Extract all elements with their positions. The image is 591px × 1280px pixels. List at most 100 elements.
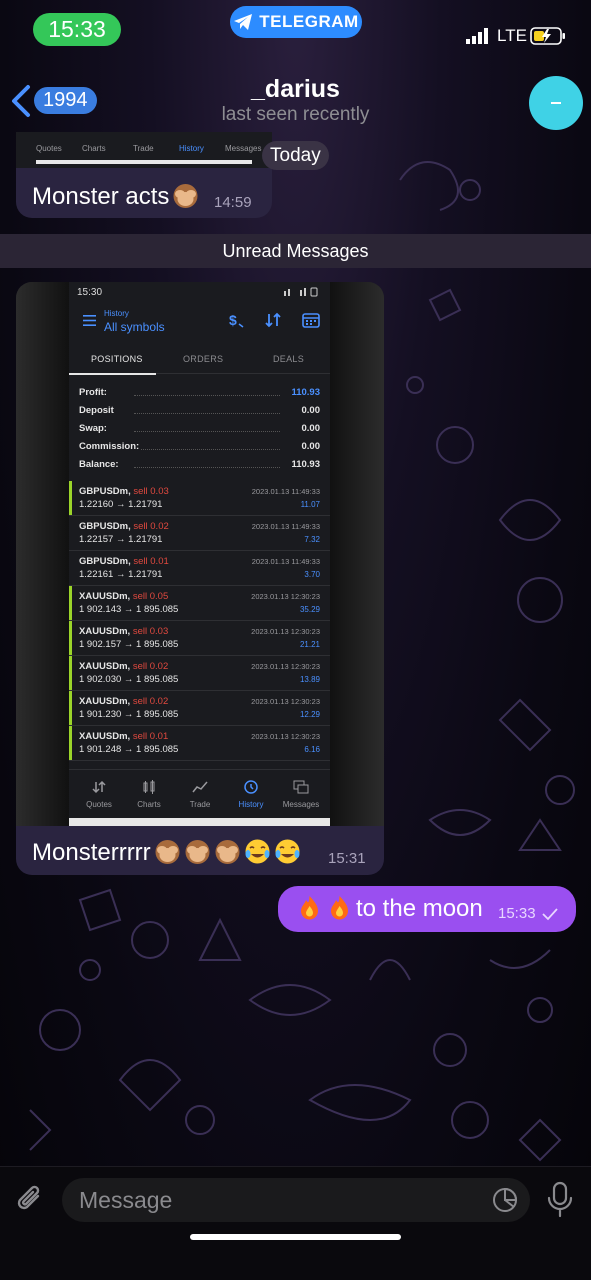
chat-header: 1994 _darius last seen recently — [0, 60, 591, 136]
trade-side: sell 0.02 — [132, 696, 169, 707]
menu-icon — [83, 315, 96, 326]
nav-label: Charts — [137, 800, 161, 809]
avatar[interactable] — [529, 76, 583, 130]
trade-symbol: XAUUSDm, — [79, 696, 131, 707]
message-1-text: Monster acts — [32, 183, 170, 210]
summary-label: Commission: — [79, 441, 140, 452]
summary-row: Profit: 110.93 — [79, 387, 320, 401]
summary-value: 110.93 — [291, 387, 320, 398]
nav-messages: Messages — [275, 780, 327, 809]
trade-side: sell 0.03 — [132, 626, 169, 637]
fire-icon — [331, 896, 348, 920]
chat-title[interactable]: _darius — [0, 75, 591, 104]
trade-row: XAUUSDm, sell 0.05 1 902.143 → 1 895.085 2… — [69, 586, 330, 621]
unread-messages-divider: Unread Messages — [0, 234, 591, 268]
home-indicator — [190, 1234, 401, 1240]
avatar-initial — [551, 102, 561, 104]
partial-nav-quotes: Quotes — [36, 144, 62, 153]
trade-symbol: XAUUSDm, — [79, 591, 131, 602]
tab-orders: ORDERS — [183, 354, 224, 364]
trade-side: sell 0.03 — [133, 486, 169, 497]
messages-icon — [293, 780, 309, 794]
nav-trade: Trade — [174, 780, 226, 809]
partial-nav-charts: Charts — [82, 144, 106, 153]
summary-value: 0.00 — [301, 405, 321, 416]
trade-prices: 1 901.230 → 1 895.085 — [79, 709, 179, 720]
sort-icon — [265, 312, 281, 328]
trade-symbol: XAUUSDm, — [79, 626, 131, 637]
trade-datetime: 2023.01.13 12:30:23 — [251, 592, 320, 601]
trade-profit: 13.89 — [299, 675, 320, 684]
trade-side: sell 0.01 — [133, 556, 169, 567]
trade-row: XAUUSDm, sell 0.02 1 901.230 → 1 895.085 2… — [69, 691, 330, 726]
trade-prices: 1.22160 → 1.21791 — [79, 499, 163, 510]
trade-prices: 1 902.143 → 1 895.085 — [79, 604, 179, 615]
summary-value: 0.00 — [301, 423, 321, 434]
trade-profit: 6.16 — [304, 745, 320, 754]
trade-datetime: 2023.01.13 11:49:33 — [251, 522, 320, 531]
trade-prices: 1.22161 → 1.21791 — [79, 569, 163, 580]
trade-datetime: 2023.01.13 11:49:33 — [251, 487, 320, 496]
message-input[interactable]: Message — [62, 1178, 530, 1222]
calendar-icon — [302, 313, 320, 328]
trade-prices: 1 901.248 → 1 895.085 — [79, 744, 179, 755]
summary-label: Swap: — [79, 423, 107, 434]
status-bar: 15:33 TELEGRAM LTE — [0, 0, 591, 60]
status-time[interactable]: 15:33 — [33, 13, 121, 46]
nav-quotes: Quotes — [73, 780, 125, 809]
nav-label: Trade — [189, 800, 211, 809]
tab-deals: DEALS — [273, 354, 305, 364]
sticker-icon[interactable] — [492, 1187, 518, 1213]
message-1-time: 14:59 — [214, 194, 252, 211]
signal-icon — [466, 28, 488, 44]
quotes-icon — [92, 780, 106, 794]
date-separator: Today — [262, 141, 329, 170]
message-2-text-wrap: Monsterrrrr — [32, 838, 301, 867]
trade-side: sell 0.02 — [132, 661, 169, 672]
trading-screenshot-image[interactable]: 15:30 History All symbols $ POSITIONS OR… — [16, 282, 384, 826]
paperclip-icon[interactable] — [14, 1182, 46, 1218]
nav-label: Messages — [282, 800, 320, 809]
message-3-text-wrap: to the moon — [296, 894, 483, 923]
message-3-text: to the moon — [356, 895, 483, 922]
partial-nav-trade: Trade — [133, 144, 154, 153]
trade-row: XAUUSDm, sell 0.01 1 901.248 → 1 895.085 2… — [69, 726, 330, 761]
trade-symbol: GBPUSDm, — [79, 521, 131, 532]
chat-status: last seen recently — [221, 104, 370, 125]
telegram-pill[interactable]: TELEGRAM — [230, 6, 362, 38]
message-bubble-outgoing[interactable]: to the moon 15:33 — [278, 886, 576, 932]
charts-icon — [143, 780, 155, 794]
check-icon — [542, 908, 558, 921]
nav-charts: Charts — [123, 780, 175, 809]
trade-symbol: XAUUSDm, — [79, 661, 131, 672]
trade-side: sell 0.01 — [132, 731, 169, 742]
microphone-icon[interactable] — [547, 1181, 573, 1219]
message-bubble-1[interactable]: Quotes Charts Trade History Messages Mon… — [16, 132, 272, 218]
trade-profit: 3.70 — [304, 570, 320, 579]
tab-positions: POSITIONS — [91, 354, 143, 364]
nav-label: Quotes — [86, 800, 112, 809]
trade-prices: 1.22157 → 1.21791 — [79, 534, 163, 545]
tears-of-joy-icon — [245, 839, 270, 864]
nav-label: History — [238, 800, 264, 809]
screenshot-header: All symbols — [104, 320, 165, 334]
summary-label: Balance: — [79, 459, 119, 470]
see-no-evil-monkey-icon — [185, 840, 210, 864]
trade-datetime: 2023.01.13 12:30:23 — [251, 697, 320, 706]
trade-side: sell 0.05 — [132, 591, 169, 602]
nav-history: History — [225, 780, 277, 809]
trade-symbol: XAUUSDm, — [79, 731, 131, 742]
see-no-evil-monkey-icon — [173, 184, 198, 208]
trade-datetime: 2023.01.13 12:30:23 — [251, 627, 320, 636]
message-2-text: Monsterrrrr — [32, 839, 151, 866]
trade-symbol: GBPUSDm, — [79, 486, 131, 497]
network-label: LTE — [497, 26, 527, 45]
partial-nav-messages: Messages — [225, 144, 262, 153]
trade-prices: 1 902.030 → 1 895.085 — [79, 674, 179, 685]
summary-label: Profit: — [79, 387, 107, 398]
trade-profit: 35.29 — [299, 605, 320, 614]
battery-icon — [530, 27, 565, 45]
trade-profit: 21.21 — [299, 640, 320, 649]
trade-row: GBPUSDm, sell 0.01 1.22161 → 1.21791 2023.… — [69, 551, 330, 586]
trade-profit: 11.07 — [300, 500, 320, 509]
